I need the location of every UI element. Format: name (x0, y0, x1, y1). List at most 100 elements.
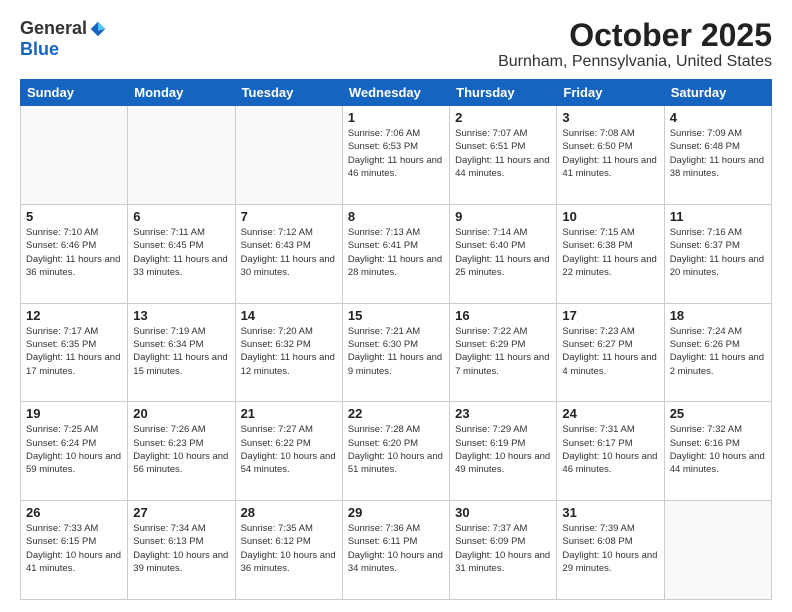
day-info: Sunrise: 7:33 AM Sunset: 6:15 PM Dayligh… (26, 522, 122, 575)
day-info: Sunrise: 7:17 AM Sunset: 6:35 PM Dayligh… (26, 325, 122, 378)
weekday-header-sunday: Sunday (21, 80, 128, 106)
calendar-cell (128, 106, 235, 205)
day-number: 31 (562, 505, 658, 520)
day-number: 4 (670, 110, 766, 125)
day-number: 6 (133, 209, 229, 224)
day-number: 1 (348, 110, 444, 125)
page: General Blue October 2025 Burnham, Penns… (0, 0, 792, 612)
calendar-cell: 31 Sunrise: 7:39 AM Sunset: 6:08 PM Dayli… (557, 501, 664, 600)
day-info: Sunrise: 7:26 AM Sunset: 6:23 PM Dayligh… (133, 423, 229, 476)
day-info: Sunrise: 7:16 AM Sunset: 6:37 PM Dayligh… (670, 226, 766, 279)
day-info: Sunrise: 7:09 AM Sunset: 6:48 PM Dayligh… (670, 127, 766, 180)
weekday-header-friday: Friday (557, 80, 664, 106)
header: General Blue October 2025 Burnham, Penns… (20, 18, 772, 71)
day-number: 8 (348, 209, 444, 224)
calendar-cell: 1 Sunrise: 7:06 AM Sunset: 6:53 PM Daylig… (342, 106, 449, 205)
calendar-cell: 14 Sunrise: 7:20 AM Sunset: 6:32 PM Dayli… (235, 303, 342, 402)
day-number: 17 (562, 308, 658, 323)
title-block: October 2025 Burnham, Pennsylvania, Unit… (498, 18, 772, 71)
day-number: 9 (455, 209, 551, 224)
calendar-cell: 13 Sunrise: 7:19 AM Sunset: 6:34 PM Dayli… (128, 303, 235, 402)
weekday-header-tuesday: Tuesday (235, 80, 342, 106)
day-info: Sunrise: 7:35 AM Sunset: 6:12 PM Dayligh… (241, 522, 337, 575)
calendar-cell: 26Sunrise: 7:33 AM Sunset: 6:15 PM Dayli… (21, 501, 128, 600)
day-number: 7 (241, 209, 337, 224)
day-info: Sunrise: 7:37 AM Sunset: 6:09 PM Dayligh… (455, 522, 551, 575)
calendar-cell (664, 501, 771, 600)
day-number: 29 (348, 505, 444, 520)
calendar-cell: 10Sunrise: 7:15 AM Sunset: 6:38 PM Dayli… (557, 204, 664, 303)
day-info: Sunrise: 7:39 AM Sunset: 6:08 PM Dayligh… (562, 522, 658, 575)
logo-icon (89, 20, 107, 38)
weekday-header-wednesday: Wednesday (342, 80, 449, 106)
day-number: 14 (241, 308, 337, 323)
day-info: Sunrise: 7:08 AM Sunset: 6:50 PM Dayligh… (562, 127, 658, 180)
calendar-cell: 20 Sunrise: 7:26 AM Sunset: 6:23 PM Dayli… (128, 402, 235, 501)
week-row-4: 19Sunrise: 7:25 AM Sunset: 6:24 PM Dayli… (21, 402, 772, 501)
calendar-cell: 15 Sunrise: 7:21 AM Sunset: 6:30 PM Dayli… (342, 303, 449, 402)
day-number: 24 (562, 406, 658, 421)
day-info: Sunrise: 7:32 AM Sunset: 6:16 PM Dayligh… (670, 423, 766, 476)
calendar-cell: 21Sunrise: 7:27 AM Sunset: 6:22 PM Dayli… (235, 402, 342, 501)
calendar-cell (21, 106, 128, 205)
day-number: 12 (26, 308, 122, 323)
day-number: 11 (670, 209, 766, 224)
week-row-3: 12 Sunrise: 7:17 AM Sunset: 6:35 PM Dayli… (21, 303, 772, 402)
calendar-cell: 25 Sunrise: 7:32 AM Sunset: 6:16 PM Dayli… (664, 402, 771, 501)
calendar-cell: 18Sunrise: 7:24 AM Sunset: 6:26 PM Dayli… (664, 303, 771, 402)
calendar-cell: 22Sunrise: 7:28 AM Sunset: 6:20 PM Dayli… (342, 402, 449, 501)
day-info: Sunrise: 7:29 AM Sunset: 6:19 PM Dayligh… (455, 423, 551, 476)
week-row-1: 1 Sunrise: 7:06 AM Sunset: 6:53 PM Daylig… (21, 106, 772, 205)
day-info: Sunrise: 7:34 AM Sunset: 6:13 PM Dayligh… (133, 522, 229, 575)
day-number: 27 (133, 505, 229, 520)
calendar-cell: 9 Sunrise: 7:14 AM Sunset: 6:40 PM Daylig… (450, 204, 557, 303)
calendar-cell (235, 106, 342, 205)
calendar-cell: 5 Sunrise: 7:10 AM Sunset: 6:46 PM Daylig… (21, 204, 128, 303)
day-info: Sunrise: 7:21 AM Sunset: 6:30 PM Dayligh… (348, 325, 444, 378)
day-number: 13 (133, 308, 229, 323)
day-info: Sunrise: 7:24 AM Sunset: 6:26 PM Dayligh… (670, 325, 766, 378)
day-info: Sunrise: 7:28 AM Sunset: 6:20 PM Dayligh… (348, 423, 444, 476)
calendar-cell: 16Sunrise: 7:22 AM Sunset: 6:29 PM Dayli… (450, 303, 557, 402)
day-info: Sunrise: 7:20 AM Sunset: 6:32 PM Dayligh… (241, 325, 337, 378)
logo-general-text: General (20, 18, 87, 39)
day-number: 5 (26, 209, 122, 224)
day-info: Sunrise: 7:25 AM Sunset: 6:24 PM Dayligh… (26, 423, 122, 476)
day-info: Sunrise: 7:23 AM Sunset: 6:27 PM Dayligh… (562, 325, 658, 378)
day-info: Sunrise: 7:10 AM Sunset: 6:46 PM Dayligh… (26, 226, 122, 279)
day-info: Sunrise: 7:15 AM Sunset: 6:38 PM Dayligh… (562, 226, 658, 279)
weekday-header-thursday: Thursday (450, 80, 557, 106)
day-info: Sunrise: 7:13 AM Sunset: 6:41 PM Dayligh… (348, 226, 444, 279)
day-info: Sunrise: 7:14 AM Sunset: 6:40 PM Dayligh… (455, 226, 551, 279)
weekday-header-monday: Monday (128, 80, 235, 106)
day-info: Sunrise: 7:12 AM Sunset: 6:43 PM Dayligh… (241, 226, 337, 279)
day-info: Sunrise: 7:36 AM Sunset: 6:11 PM Dayligh… (348, 522, 444, 575)
day-number: 15 (348, 308, 444, 323)
day-number: 28 (241, 505, 337, 520)
calendar-cell: 29 Sunrise: 7:36 AM Sunset: 6:11 PM Dayli… (342, 501, 449, 600)
day-info: Sunrise: 7:06 AM Sunset: 6:53 PM Dayligh… (348, 127, 444, 180)
calendar-cell: 23 Sunrise: 7:29 AM Sunset: 6:19 PM Dayli… (450, 402, 557, 501)
calendar-cell: 30 Sunrise: 7:37 AM Sunset: 6:09 PM Dayli… (450, 501, 557, 600)
day-number: 30 (455, 505, 551, 520)
calendar-cell: 2Sunrise: 7:07 AM Sunset: 6:51 PM Daylig… (450, 106, 557, 205)
day-info: Sunrise: 7:22 AM Sunset: 6:29 PM Dayligh… (455, 325, 551, 378)
calendar-cell: 28 Sunrise: 7:35 AM Sunset: 6:12 PM Dayli… (235, 501, 342, 600)
day-number: 25 (670, 406, 766, 421)
week-row-2: 5 Sunrise: 7:10 AM Sunset: 6:46 PM Daylig… (21, 204, 772, 303)
calendar-cell: 24Sunrise: 7:31 AM Sunset: 6:17 PM Dayli… (557, 402, 664, 501)
day-number: 20 (133, 406, 229, 421)
calendar-cell: 7 Sunrise: 7:12 AM Sunset: 6:43 PM Daylig… (235, 204, 342, 303)
day-number: 23 (455, 406, 551, 421)
weekday-header-saturday: Saturday (664, 80, 771, 106)
week-row-5: 26Sunrise: 7:33 AM Sunset: 6:15 PM Dayli… (21, 501, 772, 600)
day-info: Sunrise: 7:19 AM Sunset: 6:34 PM Dayligh… (133, 325, 229, 378)
calendar-cell: 8 Sunrise: 7:13 AM Sunset: 6:41 PM Daylig… (342, 204, 449, 303)
calendar-cell: 27 Sunrise: 7:34 AM Sunset: 6:13 PM Dayli… (128, 501, 235, 600)
logo-blue-text: Blue (20, 39, 59, 60)
calendar-cell: 6Sunrise: 7:11 AM Sunset: 6:45 PM Daylig… (128, 204, 235, 303)
logo: General Blue (20, 18, 107, 60)
subtitle: Burnham, Pennsylvania, United States (498, 53, 772, 71)
day-number: 21 (241, 406, 337, 421)
main-title: October 2025 (498, 18, 772, 53)
